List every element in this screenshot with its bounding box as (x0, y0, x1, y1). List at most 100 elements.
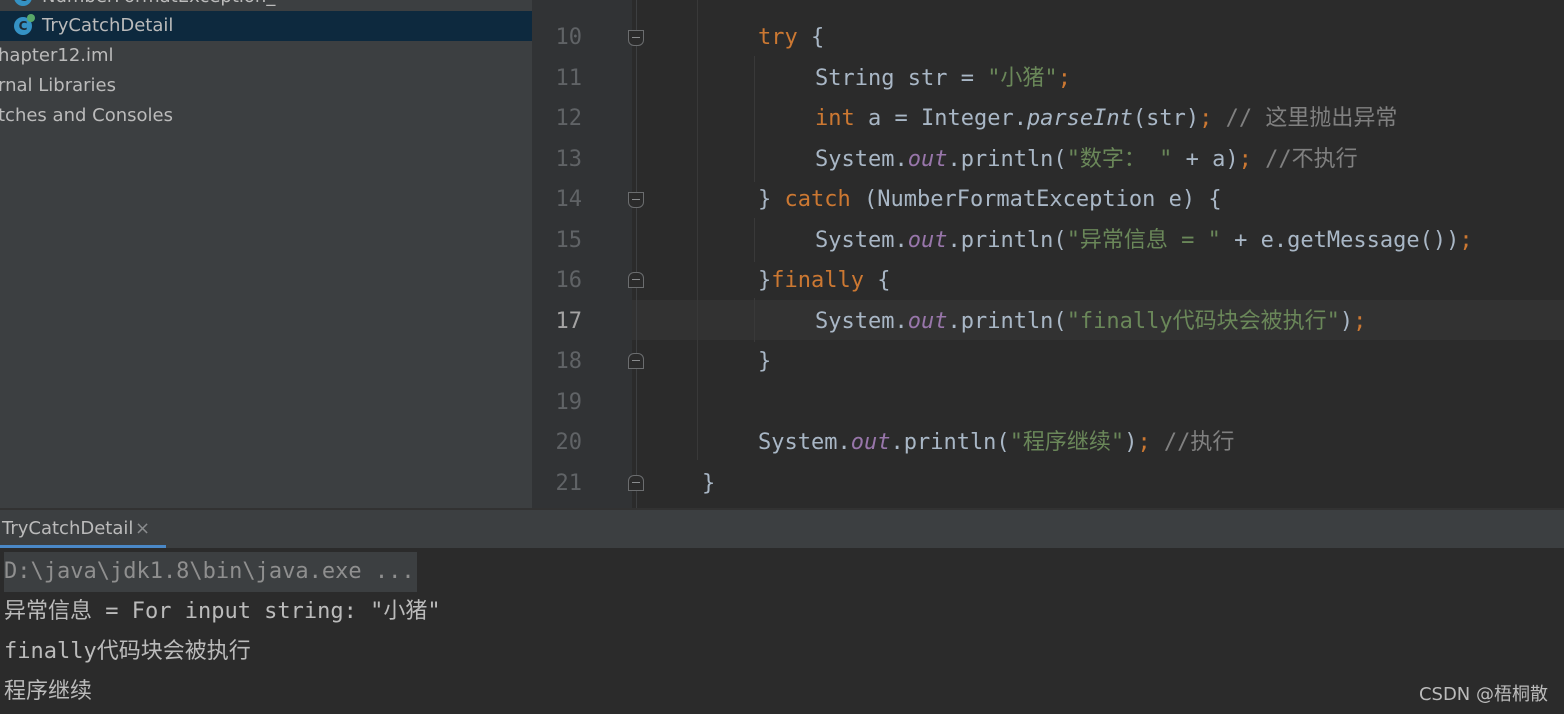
code-token: "finally代码块会被执行" (1066, 309, 1340, 334)
console-output-line: 程序继续 (4, 679, 93, 704)
indent-guide (697, 0, 698, 460)
code-token: try (758, 25, 798, 50)
code-token: parseInt (1026, 106, 1133, 131)
tree-item-label: tches and Consoles (0, 105, 173, 126)
code-token: ; (1353, 309, 1367, 334)
code-token: "数字： " (1066, 147, 1173, 172)
code-token: { (797, 25, 825, 50)
code-token: ; (1137, 430, 1151, 455)
tree-item-external-libraries[interactable]: rnal Libraries (0, 71, 532, 101)
code-line[interactable]: String str = "小猪"; (815, 59, 1071, 99)
code-token: String str = (815, 66, 988, 91)
code-token: ; (1199, 106, 1213, 131)
console-output-line: finally代码块会被执行 (4, 639, 251, 664)
code-line[interactable]: } (702, 464, 715, 504)
code-token: out (907, 228, 948, 253)
code-line[interactable]: } (758, 342, 771, 382)
code-token: ; (1238, 147, 1252, 172)
code-token: } (758, 268, 772, 293)
code-token: .println( (947, 147, 1067, 172)
code-token: "程序继续" (1009, 430, 1125, 455)
fold-guide (636, 0, 637, 508)
watermark-text: CSDN @梧桐散 (1418, 684, 1548, 705)
run-console[interactable]: D:\java\jdk1.8\bin\java.exe ... 异常信息 = F… (0, 548, 1564, 714)
line-number[interactable]: 20 (532, 423, 583, 463)
code-token: } (758, 187, 785, 212)
code-token: } (702, 471, 716, 496)
line-number[interactable]: 16 (532, 261, 583, 301)
code-token: System. (815, 147, 908, 172)
code-token: a = Integer. (854, 106, 1027, 131)
tree-item-iml-file[interactable]: hapter12.iml (0, 41, 532, 71)
tree-item-label: TryCatchDetail (42, 15, 174, 36)
code-token: "异常信息 = " (1066, 228, 1221, 253)
tree-item-label: hapter12.iml (0, 45, 114, 66)
line-number[interactable]: 12 (532, 99, 583, 139)
code-token: .println( (890, 430, 1010, 455)
code-token: out (907, 309, 948, 334)
line-number[interactable]: 10 (532, 18, 583, 58)
run-tab-label: TryCatchDetail (2, 518, 134, 539)
line-number[interactable]: 18 (532, 342, 583, 382)
code-token: ) (1124, 430, 1138, 455)
close-icon[interactable]: × (135, 510, 150, 548)
line-number[interactable]: 14 (532, 180, 583, 220)
line-number[interactable]: 17 (532, 302, 583, 342)
code-token: .println( (947, 309, 1067, 334)
code-token: { (863, 268, 891, 293)
code-token: } (758, 349, 772, 374)
fold-marker-icon[interactable] (628, 272, 644, 288)
code-line[interactable]: int a = Integer.parseInt(str); // 这里抛出异常 (815, 99, 1397, 139)
indent-guide (754, 56, 755, 182)
code-line[interactable]: System.out.println("程序继续"); //执行 (758, 423, 1234, 463)
code-line[interactable]: } catch (NumberFormatException e) { (758, 180, 1222, 220)
code-token: out (850, 430, 891, 455)
code-token: ; (1459, 228, 1473, 253)
code-token: + a) (1172, 147, 1239, 172)
fold-marker-icon[interactable] (628, 475, 644, 491)
line-number[interactable]: 15 (532, 221, 583, 261)
console-output-line: 异常信息 = For input string: "小猪" (4, 599, 441, 624)
code-token: out (907, 147, 948, 172)
code-token: ) (1339, 309, 1354, 334)
code-editor[interactable]: 10 11 12 13 14 15 16 17 18 19 20 21 try {String str… (532, 0, 1564, 508)
code-line[interactable]: }finally { (758, 261, 890, 301)
fold-marker-icon[interactable] (628, 353, 644, 369)
java-runnable-class-icon (14, 14, 35, 35)
indent-guide (754, 218, 755, 262)
fold-marker-icon[interactable] (628, 192, 644, 208)
code-line[interactable]: System.out.println("finally代码块会被执行"); (815, 302, 1366, 342)
fold-marker-icon[interactable] (628, 30, 644, 46)
console-command-line[interactable]: D:\java\jdk1.8\bin\java.exe ... (4, 552, 417, 592)
code-token: catch (784, 187, 851, 212)
indent-guide (754, 298, 755, 342)
line-number[interactable]: 11 (532, 59, 583, 99)
tree-item-label: rnal Libraries (0, 75, 116, 96)
code-token: System. (758, 430, 851, 455)
project-tree-panel: NumberFormatException_ TryCatchDetail ha… (0, 0, 532, 508)
code-token: System. (815, 309, 908, 334)
code-line[interactable]: try { (758, 18, 824, 58)
code-token: .println( (947, 228, 1067, 253)
code-line[interactable]: System.out.println("数字： " + a); //不执行 (815, 140, 1358, 180)
run-tab-trycatchdetail[interactable]: TryCatchDetail × (0, 510, 166, 548)
code-line[interactable]: System.out.println("异常信息 = " + e.getMess… (815, 221, 1473, 261)
code-token: // 这里抛出异常 (1212, 106, 1398, 131)
code-token: (str) (1132, 106, 1200, 131)
code-token: //执行 (1150, 430, 1235, 455)
run-tab-bar: TryCatchDetail × (0, 510, 1564, 548)
tree-item-trycatchdetail[interactable]: TryCatchDetail (0, 11, 532, 41)
line-number[interactable]: 19 (532, 383, 583, 423)
code-token: System. (815, 228, 908, 253)
code-token: //不执行 (1251, 147, 1358, 172)
line-number[interactable]: 13 (532, 140, 583, 180)
tree-item-scratches-consoles[interactable]: tches and Consoles (0, 101, 532, 131)
code-token: "小猪" (987, 66, 1058, 91)
code-token: (NumberFormatException e) { (850, 187, 1222, 212)
code-token: int (815, 106, 855, 131)
java-class-icon (14, 0, 32, 6)
code-token: finally (771, 268, 864, 293)
code-token: + e.getMessage()) (1220, 228, 1460, 253)
code-token: ; (1057, 66, 1071, 91)
line-number[interactable]: 21 (532, 464, 583, 504)
